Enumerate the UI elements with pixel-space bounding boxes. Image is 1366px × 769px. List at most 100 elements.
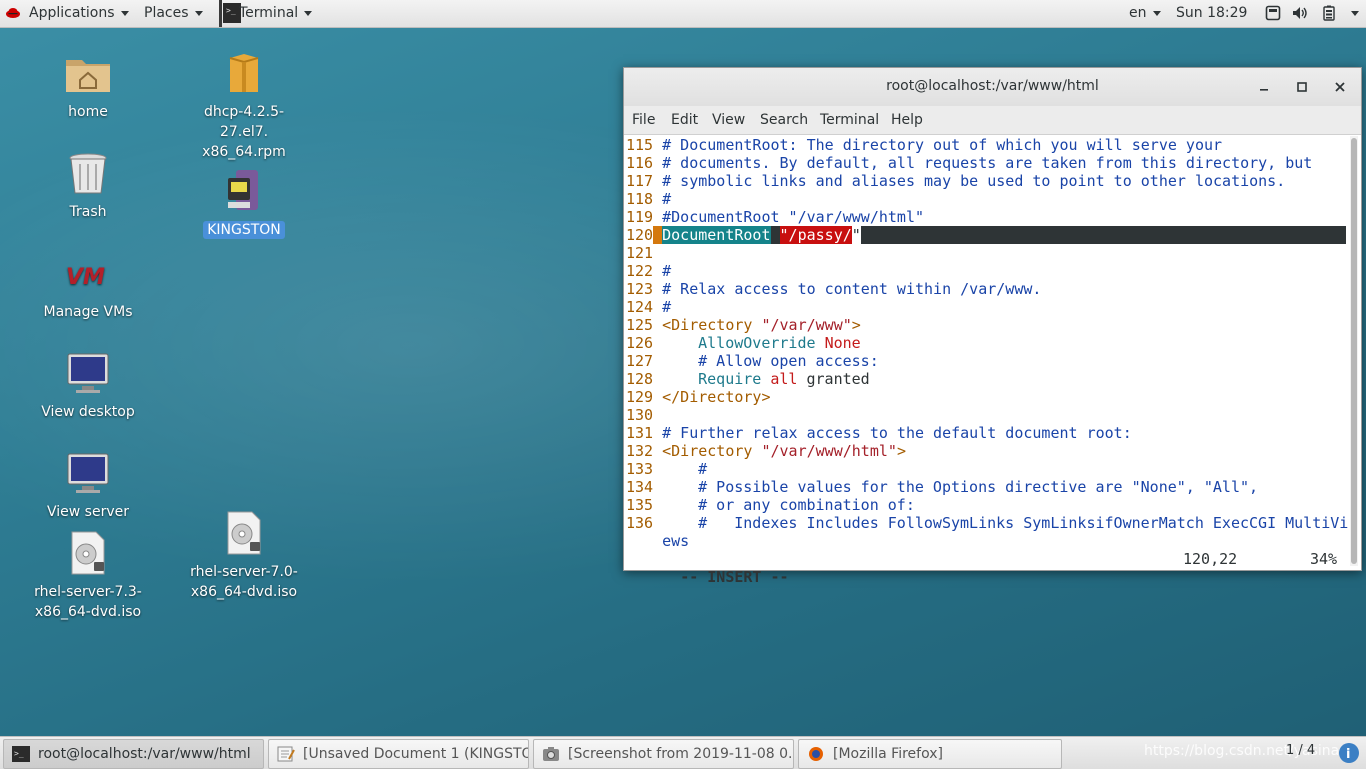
directive-rest: granted xyxy=(806,370,870,388)
desktop-icon-home[interactable]: home xyxy=(28,50,148,122)
tag-close: </Directory> xyxy=(662,388,771,406)
desktop-icon-label: KINGSTON xyxy=(203,221,285,239)
code-line: 127 # Allow open access: xyxy=(626,352,1346,370)
cursor-position: 120,22 xyxy=(1183,550,1238,568)
taskbar-item-label: [Mozilla Firefox] xyxy=(833,746,943,762)
line-number: 117 xyxy=(626,172,654,190)
battery-icon[interactable] xyxy=(1321,5,1337,21)
line-number: 116 xyxy=(626,154,654,172)
home-folder-icon xyxy=(66,60,110,92)
code-line: 131 # Further relax access to the defaul… xyxy=(626,424,1346,442)
workspace-indicator[interactable]: 1 / 4 xyxy=(1286,743,1315,758)
text-cursor: " xyxy=(851,226,861,244)
line-number: 126 xyxy=(626,334,654,352)
directive-value: all xyxy=(770,370,798,388)
terminal-label: Terminal xyxy=(239,5,299,21)
desktop-icon-label-line1: rhel-server-7.3- xyxy=(34,584,142,600)
desktop-icon-rhel-7-0-iso[interactable]: rhel-server-7.0- x86_64-dvd.iso xyxy=(184,510,304,602)
line-number: 133 xyxy=(626,460,654,478)
desktop-icon-rhel-7-3-iso[interactable]: rhel-server-7.3- x86_64-dvd.iso xyxy=(28,530,148,622)
line-number: 127 xyxy=(626,352,654,370)
desktop-icon-view-desktop[interactable]: View desktop xyxy=(28,350,148,422)
chevron-down-icon xyxy=(1351,10,1359,16)
scrollbar-thumb[interactable] xyxy=(1351,138,1357,564)
terminal-app-menu[interactable] xyxy=(219,0,222,27)
line-text: #DocumentRoot "/var/www/html" xyxy=(662,208,925,226)
screenshot-icon xyxy=(543,747,559,761)
terminal-content[interactable]: 115 # DocumentRoot: The directory out of… xyxy=(626,136,1348,586)
taskbar-item-screenshot[interactable]: [Screenshot from 2019-11-08 0... xyxy=(533,739,794,769)
screen-icon[interactable] xyxy=(1265,5,1281,21)
menu-file[interactable]: File xyxy=(632,112,655,128)
chevron-down-icon xyxy=(1152,10,1161,16)
minimize-button[interactable] xyxy=(1255,78,1273,96)
menu-search[interactable]: Search xyxy=(760,112,808,128)
taskbar-item-firefox[interactable]: [Mozilla Firefox] xyxy=(798,739,1062,769)
places-menu[interactable]: Places xyxy=(144,0,203,27)
code-line: 122 # xyxy=(626,262,1346,280)
directive-keyword: DocumentRoot xyxy=(662,226,771,244)
terminal-menu[interactable]: Terminal xyxy=(239,0,313,27)
text-editor-icon xyxy=(277,746,295,762)
line-number: 124 xyxy=(626,298,654,316)
monitor-icon xyxy=(67,453,109,493)
code-line: 116 # documents. By default, all request… xyxy=(626,154,1346,172)
taskbar-item-label: root@localhost:/var/www/html xyxy=(38,746,251,762)
code-line: 124 # xyxy=(626,298,1346,316)
code-line: 132 <Directory "/var/www/html"> xyxy=(626,442,1346,460)
taskbar-item-text-editor[interactable]: [Unsaved Document 1 (KINGSTO... xyxy=(268,739,529,769)
desktop-icon-manage-vms[interactable]: VM Manage VMs xyxy=(28,250,148,322)
clock[interactable]: Sun 18:29 xyxy=(1176,0,1247,27)
terminal-window[interactable]: root@localhost:/var/www/html File Edit V… xyxy=(623,67,1362,586)
redhat-icon xyxy=(6,8,20,18)
info-icon[interactable]: i xyxy=(1338,742,1360,764)
desktop-icon-label-line2: x86_64-dvd.iso xyxy=(34,604,142,620)
tag-string: "/var/www/html" xyxy=(761,442,897,460)
menu-view[interactable]: View xyxy=(712,112,745,128)
line-text: # xyxy=(662,262,672,280)
desktop-icon-kingston[interactable]: KINGSTON xyxy=(184,168,304,240)
taskbar-item-label: [Screenshot from 2019-11-08 0... xyxy=(568,746,794,762)
line-number: 131 xyxy=(626,424,654,442)
maximize-icon xyxy=(1297,82,1307,92)
maximize-button[interactable] xyxy=(1293,78,1311,96)
desktop-icon-label: View desktop xyxy=(41,404,135,420)
taskbar-item-terminal[interactable]: >_ root@localhost:/var/www/html xyxy=(3,739,264,769)
line-number: 118 xyxy=(626,190,654,208)
code-line: 130 xyxy=(626,406,1346,424)
language-indicator[interactable]: en xyxy=(1129,0,1161,27)
desktop-icon-view-server[interactable]: View server xyxy=(28,450,148,522)
usb-drive-icon xyxy=(228,170,258,210)
line-text: # DocumentRoot: The directory out of whi… xyxy=(662,136,1223,154)
chevron-down-icon xyxy=(304,10,313,16)
terminal-scrollbar[interactable] xyxy=(1350,136,1358,566)
desktop-icon-trash[interactable]: Trash xyxy=(28,150,148,222)
power-menu[interactable] xyxy=(1345,0,1359,27)
line-text: # Further relax access to the default do… xyxy=(662,424,1132,442)
line-number: 136 xyxy=(626,514,654,532)
line-number: 130 xyxy=(626,406,654,424)
desktop-icon-dhcp-rpm[interactable]: dhcp-4.2.5-27.el7. x86_64.rpm xyxy=(184,50,304,162)
menu-edit[interactable]: Edit xyxy=(671,112,698,128)
menu-terminal[interactable]: Terminal xyxy=(820,112,879,128)
line-text: # symbolic links and aliases may be used… xyxy=(662,172,1286,190)
current-line: 120.DocumentRoot "/passy/" xyxy=(626,226,1346,244)
line-number: 120 xyxy=(626,226,654,244)
window-titlebar[interactable]: root@localhost:/var/www/html xyxy=(624,68,1361,106)
firefox-icon xyxy=(809,747,823,761)
volume-icon[interactable] xyxy=(1292,5,1308,21)
line-number: 121 xyxy=(626,244,654,262)
trash-icon xyxy=(69,153,107,194)
code-line: 121 xyxy=(626,244,1346,262)
menu-help[interactable]: Help xyxy=(891,112,923,128)
line-number: 135 xyxy=(626,496,654,514)
top-panel: Applications Places >_ Terminal en Sun 1… xyxy=(0,0,1366,28)
close-button[interactable] xyxy=(1331,78,1349,96)
desktop-icon-label: home xyxy=(68,104,108,120)
monitor-icon xyxy=(67,353,109,393)
code-line: 119 #DocumentRoot "/var/www/html" xyxy=(626,208,1346,226)
applications-menu[interactable]: Applications xyxy=(29,0,129,27)
tag-open: <Directory xyxy=(662,316,762,334)
disc-image-icon xyxy=(227,511,261,555)
desktop-icon-label: Trash xyxy=(69,204,107,220)
